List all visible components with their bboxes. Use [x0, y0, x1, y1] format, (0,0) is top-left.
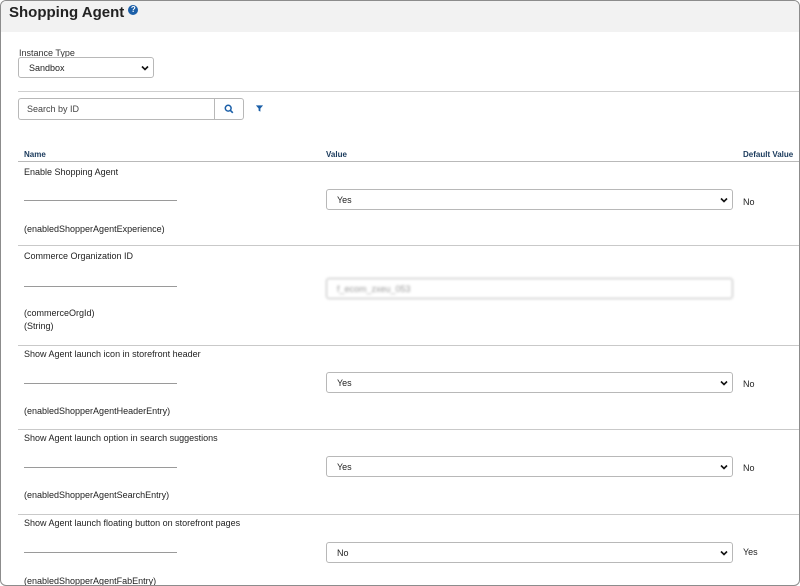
- value-select-wrap[interactable]: Yes: [326, 456, 733, 477]
- page-header: Shopping Agent ?: [1, 1, 799, 32]
- preference-underline: [24, 552, 177, 553]
- instance-type-select-wrap[interactable]: Sandbox: [18, 57, 154, 78]
- section-divider: [18, 91, 799, 92]
- page-title-text: Shopping Agent: [9, 4, 125, 21]
- filter-button[interactable]: [253, 102, 265, 114]
- value-select-wrap[interactable]: Yes: [326, 189, 733, 210]
- instance-type-select[interactable]: Sandbox: [18, 57, 154, 78]
- preference-underline: [24, 383, 177, 384]
- default-value: No: [743, 463, 755, 473]
- default-value: No: [743, 197, 755, 207]
- column-header-name: Name: [24, 150, 46, 159]
- search-button[interactable]: [214, 98, 244, 120]
- preference-id: (enabledShopperAgentSearchEntry): [24, 490, 170, 500]
- value-text-field[interactable]: [326, 278, 733, 299]
- app-window: Shopping Agent ? Instance Type Sandbox N…: [0, 0, 800, 586]
- preference-label: Commerce Organization ID: [24, 251, 134, 261]
- value-select-wrap[interactable]: No: [326, 542, 733, 563]
- preference-underline: [24, 286, 177, 287]
- search-icon: [224, 104, 234, 114]
- value-select[interactable]: No: [326, 542, 733, 563]
- preference-underline: [24, 200, 177, 201]
- default-value: No: [743, 379, 755, 389]
- preference-id: (enabledShopperAgentExperience): [24, 224, 165, 234]
- preference-id: (commerceOrgId): [24, 308, 95, 318]
- value-select[interactable]: Yes: [326, 372, 733, 393]
- filter-icon: [255, 104, 263, 112]
- column-header-value: Value: [326, 150, 347, 159]
- value-select[interactable]: Yes: [326, 189, 733, 210]
- preference-underline: [24, 467, 177, 468]
- preference-row: Commerce Organization ID (commerceOrgId)…: [18, 246, 799, 346]
- preference-row: Show Agent launch option in search sugge…: [18, 430, 799, 515]
- search-input[interactable]: [18, 98, 215, 120]
- default-value: Yes: [743, 547, 758, 557]
- preference-id: (enabledShopperAgentFabEntry): [24, 576, 157, 586]
- value-select[interactable]: Yes: [326, 456, 733, 477]
- preference-type: (String): [24, 321, 54, 331]
- preference-label: Show Agent launch option in search sugge…: [24, 433, 218, 443]
- help-icon[interactable]: ?: [128, 4, 139, 15]
- preference-label: Show Agent launch floating button on sto…: [24, 518, 241, 528]
- preference-row: Show Agent launch floating button on sto…: [18, 515, 799, 586]
- preference-row: Enable Shopping Agent Yes No (enabledSho…: [18, 162, 799, 246]
- preference-label: Show Agent launch icon in storefront hea…: [24, 349, 201, 359]
- column-header-default: Default Value: [743, 150, 794, 159]
- page-title: Shopping Agent ?: [9, 4, 139, 21]
- preference-id: (enabledShopperAgentHeaderEntry): [24, 406, 171, 416]
- preference-row: Show Agent launch icon in storefront hea…: [18, 346, 799, 430]
- preference-label: Enable Shopping Agent: [24, 167, 119, 177]
- value-select-wrap[interactable]: Yes: [326, 372, 733, 393]
